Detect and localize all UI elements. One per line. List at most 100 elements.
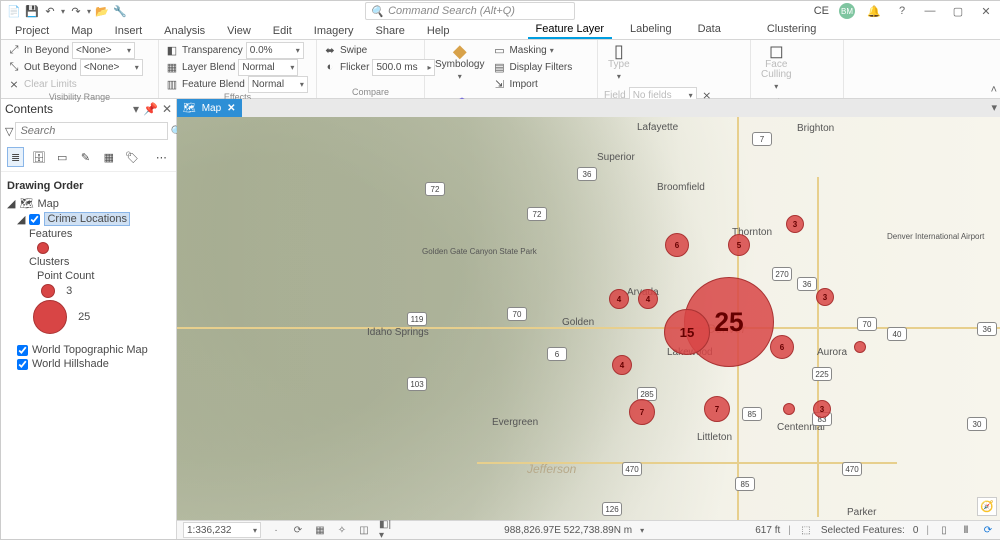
explore-icon[interactable]: 🔧	[113, 4, 127, 18]
help-icon[interactable]: ?	[893, 5, 911, 17]
contents-search-input[interactable]	[15, 122, 168, 140]
pause-draw-icon[interactable]: ◧|▾	[379, 523, 393, 537]
layer-label[interactable]: Crime Locations	[44, 212, 129, 226]
list-by-source-icon[interactable]: 🗄	[30, 147, 47, 167]
undo-drop-icon[interactable]: ▾	[61, 7, 65, 16]
catalog-icon[interactable]: ▯	[937, 523, 951, 537]
flicker-icon: ◐	[323, 60, 337, 74]
menu-share[interactable]: Share	[372, 23, 409, 39]
minimize-icon[interactable]: —	[921, 5, 939, 17]
snapping-icon[interactable]: ✧	[335, 523, 349, 537]
cluster-marker[interactable]: 4	[612, 355, 632, 375]
redo-drop-icon[interactable]: ▾	[87, 7, 91, 16]
featureblend-dropdown[interactable]: Normal▾	[248, 76, 308, 93]
tab-data[interactable]: Data	[690, 21, 729, 39]
tab-labeling[interactable]: Labeling	[622, 21, 680, 39]
selection-icon[interactable]: ⬚	[799, 523, 813, 537]
map-node[interactable]: ◢🗺Map	[7, 196, 170, 211]
cluster-marker[interactable]: 15	[664, 309, 710, 355]
contents-close-icon[interactable]: ✕	[162, 102, 172, 116]
redo-icon[interactable]: ↷	[69, 4, 83, 18]
cluster-marker[interactable]: 3	[816, 288, 834, 306]
tab-clustering[interactable]: Clustering	[759, 21, 825, 39]
close-icon[interactable]: ✕	[977, 5, 995, 18]
list-by-editing-icon[interactable]: ✎	[77, 147, 94, 167]
drawing-order-header: Drawing Order	[7, 180, 170, 192]
refresh-icon[interactable]: ⟳	[981, 523, 995, 537]
menu-analysis[interactable]: Analysis	[160, 23, 209, 39]
menu-insert[interactable]: Insert	[111, 23, 147, 39]
view-tab-menu-icon[interactable]: ▾	[991, 101, 997, 114]
city-label: Evergreen	[492, 417, 538, 428]
menu-map[interactable]: Map	[67, 23, 96, 39]
navigator-icon[interactable]: 🧭	[977, 497, 997, 516]
menu-view[interactable]: View	[223, 23, 255, 39]
coords-menu-icon[interactable]: ▾	[640, 526, 644, 535]
avatar[interactable]: BM	[839, 3, 855, 19]
bell-icon[interactable]: 🔔	[865, 5, 883, 18]
layer-crime-locations[interactable]: ◢ Crime Locations	[17, 211, 170, 227]
map-grid-icon[interactable]: ▦	[313, 523, 327, 537]
dyntext-icon[interactable]: ◫	[357, 523, 371, 537]
collapse-icon[interactable]: ◢	[7, 197, 15, 210]
collapse-icon[interactable]: ◢	[17, 213, 25, 226]
cluster-marker[interactable]	[783, 403, 795, 415]
display-filters-label[interactable]: Display Filters	[509, 62, 572, 73]
basemap-hillshade[interactable]: World Hillshade	[17, 357, 170, 371]
cluster-marker[interactable]: 3	[786, 215, 804, 233]
menu-edit[interactable]: Edit	[269, 23, 296, 39]
open-icon[interactable]: 📂	[95, 4, 109, 18]
swipe-label[interactable]: Swipe	[340, 45, 367, 56]
tab-feature-layer[interactable]: Feature Layer	[528, 21, 612, 39]
basemap-topo[interactable]: World Topographic Map	[17, 343, 170, 357]
contents-more-icon[interactable]: ⋯	[153, 147, 170, 167]
scale-lock-icon[interactable]: ·	[269, 523, 283, 537]
list-by-drawing-icon[interactable]: ≣	[7, 147, 24, 167]
menu-help[interactable]: Help	[423, 23, 454, 39]
view-tab-map[interactable]: 🗺 Map ✕	[177, 99, 242, 117]
restore-icon[interactable]: ▢	[949, 5, 967, 18]
save-icon[interactable]: 💾	[25, 4, 39, 18]
cluster-marker[interactable]: 4	[609, 289, 629, 309]
command-search[interactable]: 🔍 Command Search (Alt+Q)	[365, 2, 575, 20]
list-by-snapping-icon[interactable]: ▦	[100, 147, 117, 167]
cluster-marker[interactable]: 7	[704, 396, 730, 422]
layerblend-dropdown[interactable]: Normal▾	[238, 59, 298, 76]
layer-visibility-checkbox[interactable]	[17, 345, 28, 356]
contents-pin-icon[interactable]: 📌	[143, 102, 158, 116]
flicker-label[interactable]: Flicker	[340, 62, 369, 73]
list-by-selection-icon[interactable]: ▭	[54, 147, 71, 167]
import-label[interactable]: Import	[509, 79, 537, 90]
clear-limits-label: Clear Limits	[24, 79, 77, 90]
menu-project[interactable]: Project	[11, 23, 53, 39]
user-initials[interactable]: CE	[814, 5, 829, 17]
cluster-marker[interactable]: 6	[665, 233, 689, 257]
contents-menu-icon[interactable]: ▾	[133, 102, 139, 116]
symbology-button[interactable]: ◆ Symbology▾	[431, 42, 488, 83]
scale-input[interactable]: 1:336,232▾	[183, 522, 261, 538]
transparency-input[interactable]: 0.0%▾	[246, 42, 304, 59]
out-beyond-dropdown[interactable]: <None>▾	[80, 59, 143, 76]
city-label: Jefferson	[527, 462, 576, 476]
undo-icon[interactable]: ↶	[43, 4, 57, 18]
close-tab-icon[interactable]: ✕	[227, 103, 235, 114]
layer-visibility-checkbox[interactable]	[29, 214, 40, 225]
menu-imagery[interactable]: Imagery	[310, 23, 358, 39]
map-canvas[interactable]: 🧭 LafayetteSuperiorBroomfieldBrightonTho…	[177, 117, 1000, 520]
cluster-marker[interactable]: 7	[629, 399, 655, 425]
layer-visibility-checkbox[interactable]	[17, 359, 28, 370]
cluster-marker[interactable]: 4	[638, 289, 658, 309]
cluster-marker[interactable]	[854, 341, 866, 353]
project-icon[interactable]: 📄	[7, 4, 21, 18]
collapse-ribbon-icon[interactable]: ˄	[991, 84, 997, 96]
cluster-marker[interactable]: 6	[770, 335, 794, 359]
cluster-marker[interactable]: 5	[728, 234, 750, 256]
view-rotate-icon[interactable]: ⟳	[291, 523, 305, 537]
list-by-labeling-icon[interactable]: 🏷	[123, 147, 140, 167]
cluster-marker[interactable]: 3	[813, 400, 831, 418]
masking-icon: ▭	[492, 43, 506, 57]
filter-icon[interactable]: ▽	[5, 125, 13, 138]
masking-label[interactable]: Masking	[509, 45, 546, 56]
in-beyond-dropdown[interactable]: <None>▾	[72, 42, 135, 59]
pause-icon[interactable]: ‖	[959, 523, 973, 537]
